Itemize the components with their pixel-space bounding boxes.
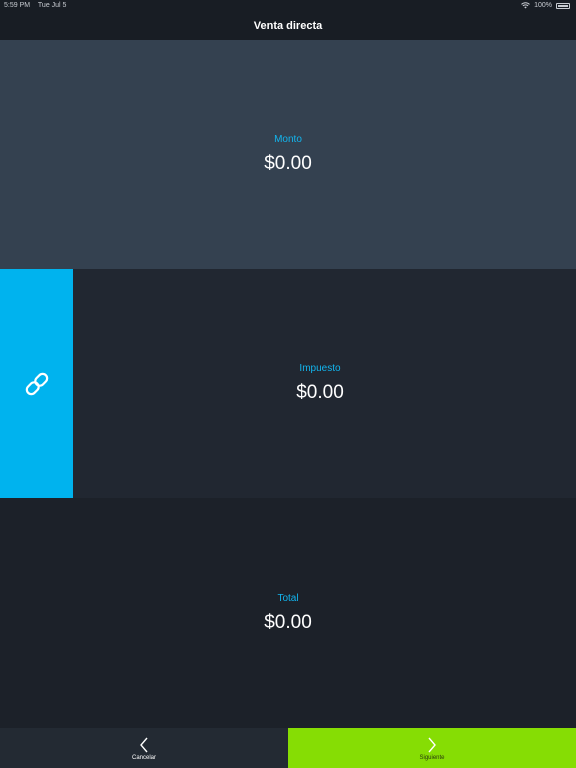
battery-icon: [556, 2, 570, 9]
status-bar: 5:59 PM Tue Jul 5 100%: [0, 0, 576, 12]
status-time: 5:59 PM: [4, 2, 31, 9]
total-section: Total $0.00: [0, 498, 576, 728]
next-label: Siguiente: [419, 755, 445, 761]
page-title: Venta directa: [253, 20, 323, 32]
cancel-button[interactable]: Cancelar: [0, 728, 288, 768]
monto-amount[interactable]: $0.00: [264, 153, 312, 175]
monto-section[interactable]: Monto $0.00: [0, 40, 576, 269]
status-bar-right: 100%: [521, 2, 570, 9]
impuesto-field[interactable]: Impuesto $0.00: [73, 269, 567, 498]
monto-field[interactable]: Monto $0.00: [0, 40, 576, 269]
link-tax-button[interactable]: [0, 269, 73, 498]
impuesto-amount[interactable]: $0.00: [296, 382, 344, 404]
link-icon: [25, 372, 48, 395]
status-date: Tue Jul 5: [37, 2, 67, 9]
status-bar-left: 5:59 PM Tue Jul 5: [4, 2, 72, 9]
total-field: Total $0.00: [0, 498, 576, 728]
chevron-right-icon: [428, 737, 436, 753]
total-amount: $0.00: [264, 611, 312, 633]
impuesto-label: Impuesto: [299, 363, 341, 374]
bottom-bar: Cancelar Siguiente: [0, 728, 576, 768]
cancel-label: Cancelar: [131, 755, 156, 761]
total-label: Total: [277, 592, 299, 604]
chevron-left-icon: [140, 737, 148, 753]
next-button[interactable]: Siguiente: [288, 728, 576, 768]
monto-label: Monto: [274, 134, 302, 145]
impuesto-section: Impuesto $0.00: [0, 269, 576, 498]
wifi-icon: [521, 2, 530, 9]
nav-bar: Venta directa: [0, 12, 576, 40]
battery-percent: 100%: [534, 2, 552, 9]
